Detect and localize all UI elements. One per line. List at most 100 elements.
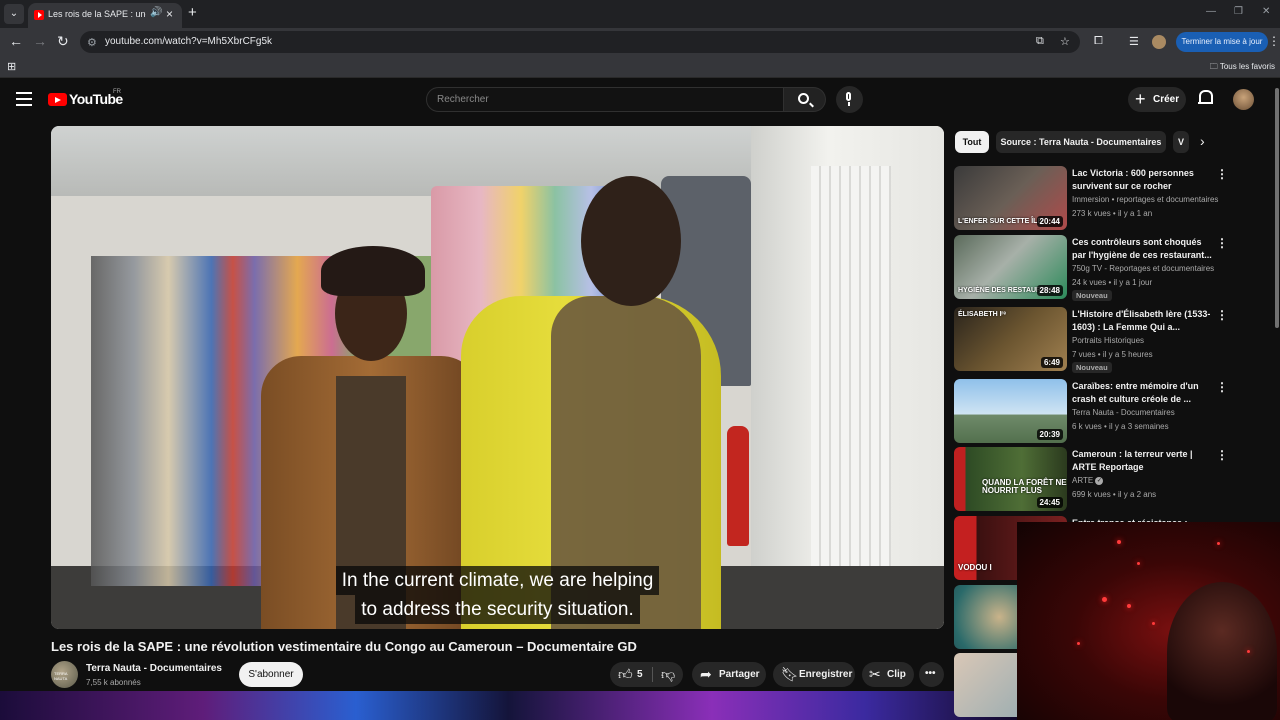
clip-button[interactable]: ✂ Clip bbox=[862, 662, 914, 687]
verified-check-icon: ✓ bbox=[1095, 476, 1104, 485]
maximize-icon[interactable]: ❐ bbox=[1234, 6, 1243, 17]
video-scene-extinguisher bbox=[727, 426, 749, 546]
audio-playing-icon[interactable]: 🔊 bbox=[150, 7, 162, 18]
youtube-logo-icon[interactable] bbox=[48, 93, 67, 106]
captions: In the current climate, we are helping t… bbox=[51, 566, 944, 624]
apps-grid-icon[interactable]: ⊞ bbox=[7, 60, 16, 73]
like-icon[interactable]: 👍︎ bbox=[618, 666, 633, 683]
update-browser-button[interactable]: Terminer la mise à jour bbox=[1176, 32, 1268, 52]
related-video-meta: 273 k vues • il y a 1 an bbox=[1072, 209, 1153, 218]
extensions-icon[interactable]: ⧠ bbox=[1094, 35, 1103, 48]
search-button[interactable] bbox=[784, 87, 826, 112]
create-button[interactable]: + Créer bbox=[1128, 87, 1186, 112]
webcam-person bbox=[1167, 582, 1277, 720]
video-thumbnail[interactable]: QUAND LA FORÊT NE NOURRIT PLUS 24:45 bbox=[954, 447, 1067, 511]
share-button[interactable]: ➦ Partager bbox=[692, 662, 766, 687]
video-duration: 20:39 bbox=[1036, 429, 1063, 440]
video-player[interactable]: In the current climate, we are helping t… bbox=[51, 126, 944, 629]
browser-profile-avatar[interactable] bbox=[1152, 35, 1166, 49]
video-thumbnail[interactable]: HYGIÈNE DES RESTAURANTS 28:48 bbox=[954, 235, 1067, 299]
chip-source-channel[interactable]: Source : Terra Nauta - Documentaires bbox=[996, 131, 1166, 153]
notifications-bell-icon[interactable] bbox=[1198, 90, 1213, 106]
video-options-icon[interactable]: ⋮ bbox=[1216, 236, 1228, 250]
guide-menu-icon[interactable] bbox=[16, 92, 32, 106]
video-options-icon[interactable]: ⋮ bbox=[1216, 380, 1228, 394]
thumbnail-caption: QUAND LA FORÊT NE NOURRIT PLUS bbox=[982, 478, 1067, 495]
reload-icon[interactable]: ↻ bbox=[57, 33, 69, 50]
like-count[interactable]: 5 bbox=[637, 669, 643, 680]
desktop-wallpaper-strip bbox=[0, 691, 1017, 720]
plus-icon: + bbox=[1135, 89, 1146, 109]
video-thumbnail[interactable]: ÉLISABETH Iʳᵉ 6:49 bbox=[954, 307, 1067, 371]
share-icon: ➦ bbox=[700, 666, 712, 682]
dislike-icon[interactable]: 👎︎ bbox=[661, 666, 675, 683]
forward-icon[interactable]: → bbox=[33, 33, 47, 49]
more-actions-button[interactable]: ••• bbox=[919, 662, 944, 687]
browser-menu-icon[interactable]: ⋮ bbox=[1268, 34, 1280, 48]
related-filter-chips: Tout Source : Terra Nauta - Documentaire… bbox=[955, 131, 1225, 153]
related-video-channel[interactable]: 750g TV - Reportages et documentaires bbox=[1072, 264, 1224, 273]
related-video-title[interactable]: L'Histoire d'Élisabeth Ière (1533-1603) … bbox=[1072, 308, 1212, 334]
video-options-icon[interactable]: ⋮ bbox=[1216, 448, 1228, 462]
webcam-light bbox=[1217, 542, 1220, 545]
channel-avatar[interactable] bbox=[51, 661, 78, 688]
related-video-channel[interactable]: Immersion • reportages et documentaires bbox=[1072, 195, 1224, 204]
close-window-icon[interactable]: ✕ bbox=[1262, 6, 1270, 17]
save-button[interactable]: 🔖︎ Enregistrer bbox=[773, 662, 855, 687]
voice-search-icon[interactable] bbox=[836, 86, 863, 113]
related-video-item[interactable]: 20:39 Caraïbes: entre mémoire d'un crash… bbox=[954, 379, 1229, 445]
video-scene-radiator bbox=[811, 166, 891, 616]
close-tab-icon[interactable]: × bbox=[166, 7, 173, 21]
related-video-title[interactable]: Lac Victoria : 600 personnes survivent s… bbox=[1072, 167, 1212, 193]
new-tab-icon[interactable]: + bbox=[188, 4, 197, 21]
related-video-channel[interactable]: Portraits Historiques bbox=[1072, 336, 1224, 345]
related-video-meta: 7 vues • il y a 5 heures bbox=[1072, 350, 1153, 359]
account-avatar[interactable] bbox=[1233, 89, 1254, 110]
search-icon bbox=[798, 93, 809, 104]
related-video-item[interactable]: HYGIÈNE DES RESTAURANTS 28:48 Ces contrô… bbox=[954, 235, 1229, 301]
back-icon[interactable]: ← bbox=[9, 33, 23, 49]
search-input[interactable]: Rechercher bbox=[426, 87, 784, 112]
chips-next-icon[interactable]: › bbox=[1200, 133, 1205, 149]
related-video-channel[interactable]: Terra Nauta - Documentaires bbox=[1072, 408, 1224, 417]
video-thumbnail[interactable]: L'ENFER SUR CETTE ÎLE 20:44 bbox=[954, 166, 1067, 230]
save-label: Enregistrer bbox=[799, 669, 853, 680]
browser-tab-active[interactable]: Les rois de la SAPE : une ré 🔊 × bbox=[28, 3, 182, 28]
chip-all[interactable]: Tout bbox=[955, 131, 989, 153]
tab-title: Les rois de la SAPE : une ré bbox=[48, 9, 146, 19]
folder-icon: 🗀 bbox=[1209, 62, 1220, 71]
tab-search-icon[interactable]: ⌄ bbox=[4, 4, 24, 24]
related-video-item[interactable]: L'ENFER SUR CETTE ÎLE 20:44 Lac Victoria… bbox=[954, 166, 1229, 232]
channel-name-arte: ARTE bbox=[1072, 476, 1094, 485]
chip-more[interactable]: V bbox=[1173, 131, 1189, 153]
install-app-icon[interactable]: ⧉ bbox=[1036, 35, 1044, 48]
scissors-icon: ✂ bbox=[869, 666, 881, 682]
related-video-item[interactable]: ÉLISABETH Iʳᵉ 6:49 L'Histoire d'Élisabet… bbox=[954, 307, 1229, 373]
new-badge: Nouveau bbox=[1072, 362, 1112, 373]
video-options-icon[interactable]: ⋮ bbox=[1216, 167, 1228, 181]
minimize-icon[interactable]: — bbox=[1206, 6, 1216, 17]
channel-name[interactable]: Terra Nauta - Documentaires bbox=[86, 663, 222, 674]
clip-label: Clip bbox=[887, 669, 906, 680]
related-video-channel[interactable]: ARTE ✓ bbox=[1072, 476, 1224, 485]
related-video-title[interactable]: Ces contrôleurs sont choqués par l'hygiè… bbox=[1072, 236, 1212, 262]
related-video-item[interactable]: QUAND LA FORÊT NE NOURRIT PLUS 24:45 Cam… bbox=[954, 447, 1229, 513]
omnibox[interactable]: ⚙ youtube.com/watch?v=Mh5XbrCFg5k ⧉ ☆ bbox=[80, 31, 1080, 53]
site-info-icon[interactable]: ⚙ bbox=[87, 36, 97, 49]
bookmark-star-icon[interactable]: ☆ bbox=[1060, 35, 1070, 48]
video-options-icon[interactable]: ⋮ bbox=[1216, 308, 1228, 322]
all-bookmarks-folder[interactable]: 🗀 Tous les favoris bbox=[1210, 61, 1275, 75]
related-video-title[interactable]: Cameroun : la terreur verte | ARTE Repor… bbox=[1072, 448, 1212, 474]
video-thumbnail[interactable]: 20:39 bbox=[954, 379, 1067, 443]
thumbnail-caption: VODOU I bbox=[958, 563, 992, 572]
related-video-title[interactable]: Caraïbes: entre mémoire d'un crash et cu… bbox=[1072, 380, 1212, 406]
subscribe-button[interactable]: S'abonner bbox=[239, 662, 303, 687]
more-actions-icon: ••• bbox=[925, 668, 936, 679]
url-text[interactable]: youtube.com/watch?v=Mh5XbrCFg5k bbox=[105, 36, 272, 47]
video-scene-hat bbox=[321, 246, 425, 296]
subscriber-count: 7,55 k abonnés bbox=[86, 678, 141, 687]
reading-list-icon[interactable]: ☰ bbox=[1129, 35, 1139, 48]
all-bookmarks-label: Tous les favoris bbox=[1219, 62, 1275, 71]
page-scrollbar[interactable] bbox=[1275, 88, 1279, 328]
related-video-meta: 24 k vues • il y a 1 jour bbox=[1072, 278, 1153, 287]
